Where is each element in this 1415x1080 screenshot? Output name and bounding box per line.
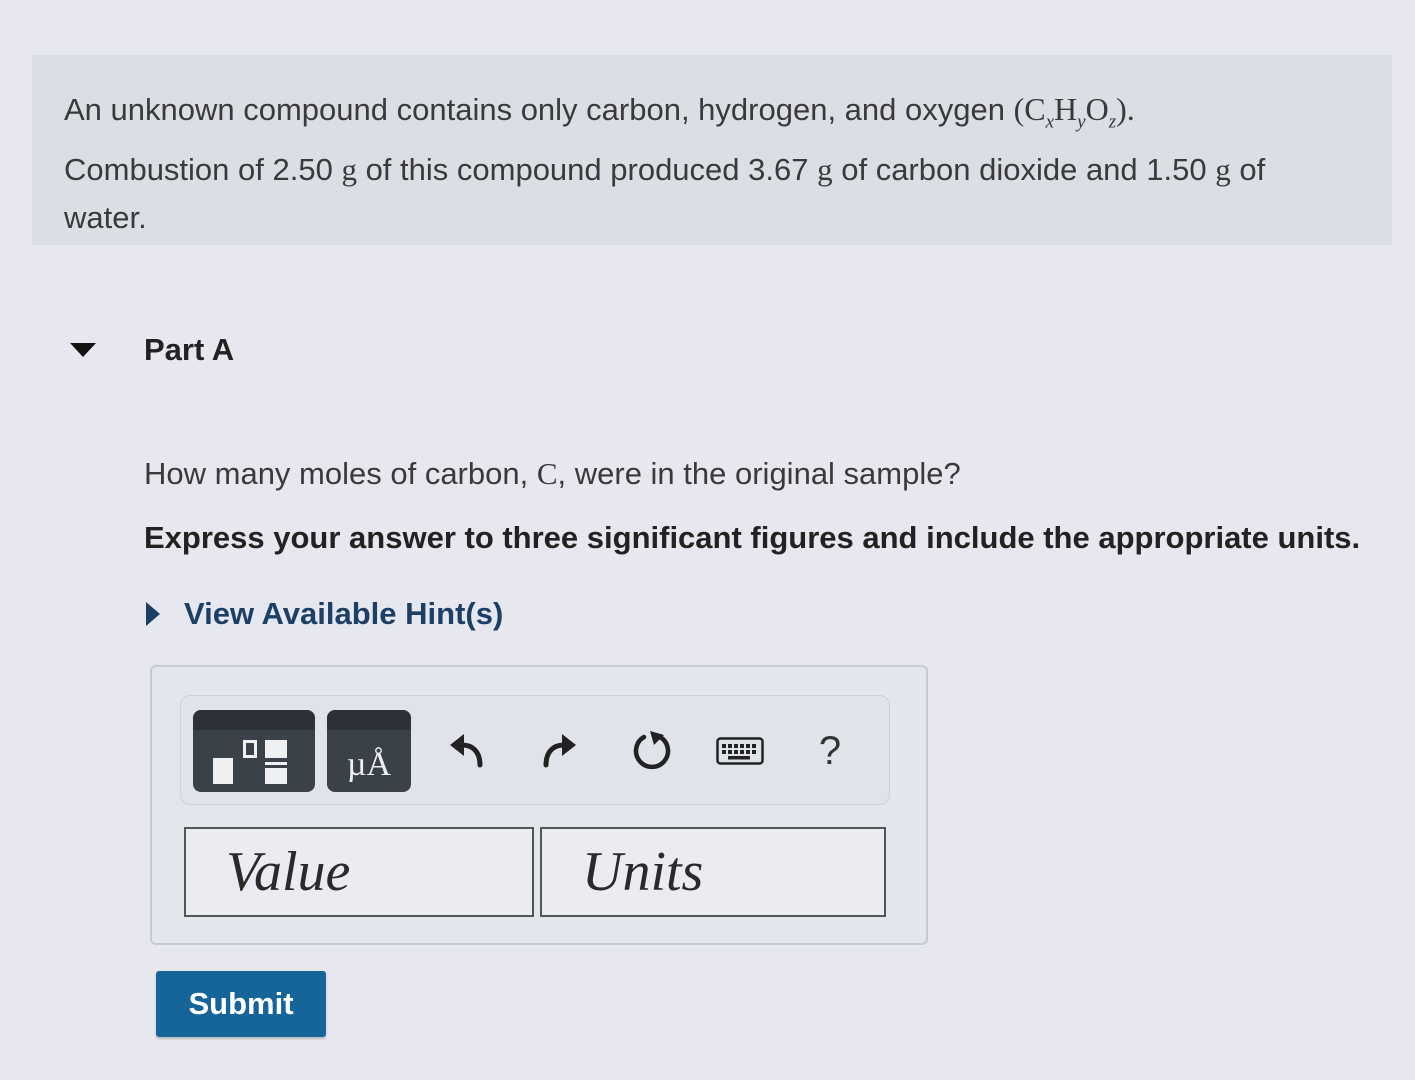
intro-text: An unknown compound contains only carbon… xyxy=(64,92,1014,127)
instruction-text: Express your answer to three significant… xyxy=(144,520,1361,555)
expand-triangle-icon xyxy=(146,602,160,626)
value-placeholder: Value xyxy=(226,841,351,903)
intro-line-2: Combustion of 2.50 g of this compound pr… xyxy=(64,152,1266,188)
templates-icon[interactable] xyxy=(193,710,315,792)
submit-button[interactable]: Submit xyxy=(156,971,326,1037)
units-placeholder: Units xyxy=(582,841,704,903)
units-input[interactable]: Units xyxy=(540,827,886,917)
math-toolbar: µÅ ? xyxy=(180,695,890,805)
part-title: Part A xyxy=(144,332,235,367)
hint-link-label: View Available Hint(s) xyxy=(184,596,504,631)
compound-formula: (CxHyOz). xyxy=(1013,91,1135,133)
keyboard-icon[interactable] xyxy=(715,726,765,776)
redo-icon[interactable] xyxy=(533,726,583,776)
question-text: How many moles of carbon, C, were in the… xyxy=(144,456,961,491)
intro-line-1: An unknown compound contains only carbon… xyxy=(64,85,1360,146)
reset-icon[interactable] xyxy=(627,726,677,776)
part-a-toggle[interactable]: Part A xyxy=(70,330,234,370)
collapse-triangle-icon xyxy=(70,343,96,357)
intro-line-3: water. xyxy=(64,200,147,236)
help-icon[interactable]: ? xyxy=(805,726,855,776)
view-hints-link[interactable]: View Available Hint(s) xyxy=(146,596,503,632)
problem-statement: An unknown compound contains only carbon… xyxy=(32,55,1392,245)
units-icon[interactable]: µÅ xyxy=(327,710,411,792)
answer-box: µÅ ? Value Units xyxy=(150,665,928,945)
value-input[interactable]: Value xyxy=(184,827,534,917)
undo-icon[interactable] xyxy=(443,726,493,776)
